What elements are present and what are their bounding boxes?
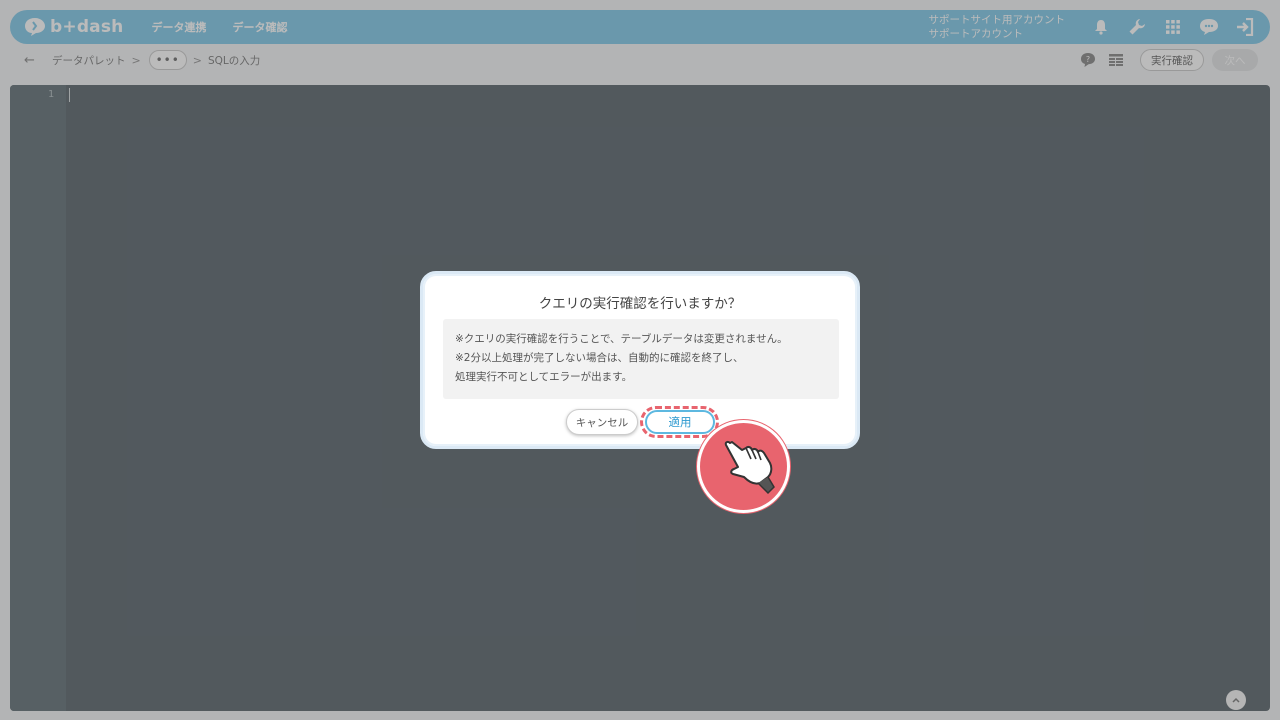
dialog-message-line: ※2分以上処理が完了しない場合は、自動的に確認を終了し、 xyxy=(455,352,744,364)
dialog-message-line: ※クエリの実行確認を行うことで、テーブルデータは変更されません。 xyxy=(455,333,788,345)
cancel-button[interactable]: キャンセル xyxy=(566,409,638,435)
dialog-message-line: 処理実行不可としてエラーが出ます。 xyxy=(455,371,633,383)
confirm-dialog: クエリの実行確認を行いますか？ ※クエリの実行確認を行うことで、テーブルデータは… xyxy=(420,271,860,449)
dialog-message: ※クエリの実行確認を行うことで、テーブルデータは変更されません。 ※2分以上処理… xyxy=(443,319,839,399)
pointer-hand-icon xyxy=(697,420,790,513)
dialog-title: クエリの実行確認を行いますか？ xyxy=(538,296,742,312)
